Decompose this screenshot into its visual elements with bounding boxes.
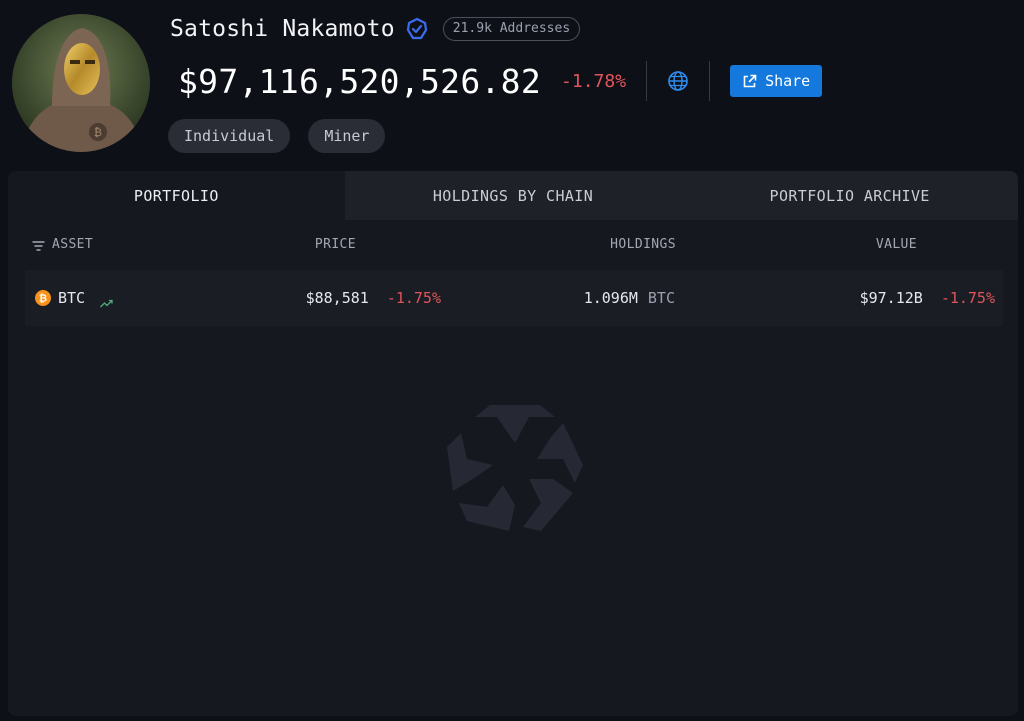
asset-cell[interactable]: ₿ BTC	[35, 289, 113, 307]
value-change: -1.75%	[940, 289, 995, 307]
column-header-asset[interactable]: ASSET	[32, 237, 93, 252]
tag-individual[interactable]: Individual	[168, 119, 291, 153]
addresses-badge[interactable]: 21.9k Addresses	[442, 17, 581, 41]
asset-symbol: BTC	[58, 289, 86, 307]
holdings-unit: BTC	[647, 289, 675, 307]
price-change: -1.75%	[386, 289, 441, 307]
holdings-cell: 1.096M BTC	[584, 289, 675, 307]
share-label: Share	[765, 72, 811, 90]
tab-portfolio-archive[interactable]: PORTFOLIO ARCHIVE	[681, 171, 1018, 220]
name-row: Satoshi Nakamoto 21.9k Addresses	[170, 12, 581, 46]
value-row: $97,116,520,526.82 -1.78% Share	[178, 58, 823, 104]
trend-up-icon	[100, 294, 113, 307]
value-cell: $97.12B -1.75%	[860, 289, 995, 307]
tab-portfolio[interactable]: PORTFOLIO	[8, 171, 345, 220]
table-header: ASSET PRICE HOLDINGS VALUE	[8, 220, 1018, 270]
filter-icon	[32, 240, 45, 251]
bitcoin-icon: ₿	[35, 290, 51, 306]
holding-value: $97.12B	[859, 289, 923, 307]
tab-bar: PORTFOLIO HOLDINGS BY CHAIN PORTFOLIO AR…	[8, 171, 1018, 220]
verified-badge-icon	[405, 17, 429, 41]
holdings-amount: 1.096M	[583, 289, 638, 307]
asset-price: $88,581	[305, 289, 369, 307]
arkham-logo-watermark	[447, 405, 583, 531]
avatar-image: ₿	[12, 14, 150, 152]
column-header-value[interactable]: VALUE	[876, 237, 917, 252]
svg-text:₿: ₿	[39, 293, 47, 305]
price-cell: $88,581 -1.75%	[306, 289, 441, 307]
globe-icon[interactable]	[667, 70, 689, 92]
external-link-icon	[742, 74, 757, 89]
total-portfolio-value: $97,116,520,526.82	[178, 61, 542, 101]
entity-name: Satoshi Nakamoto	[170, 16, 395, 42]
table-row[interactable]: ₿ BTC $88,581 -1.75% 1.096M BTC $97.12B …	[25, 270, 1003, 326]
tag-miner[interactable]: Miner	[308, 119, 386, 153]
svg-text:₿: ₿	[94, 126, 102, 139]
tab-holdings-by-chain[interactable]: HOLDINGS BY CHAIN	[345, 171, 682, 220]
portfolio-panel: PORTFOLIO HOLDINGS BY CHAIN PORTFOLIO AR…	[8, 171, 1018, 716]
column-header-holdings[interactable]: HOLDINGS	[610, 237, 676, 252]
avatar: ₿	[12, 14, 150, 152]
divider	[709, 61, 711, 101]
entity-page: ₿ Satoshi Nakamoto 21.9k Addresses $97,1…	[0, 0, 1024, 721]
total-value-change: -1.78%	[561, 70, 627, 92]
column-header-asset-label: ASSET	[52, 237, 94, 252]
entity-tags: Individual Miner	[168, 119, 386, 153]
column-header-price[interactable]: PRICE	[315, 237, 356, 252]
share-button[interactable]: Share	[730, 65, 823, 97]
divider	[646, 61, 648, 101]
